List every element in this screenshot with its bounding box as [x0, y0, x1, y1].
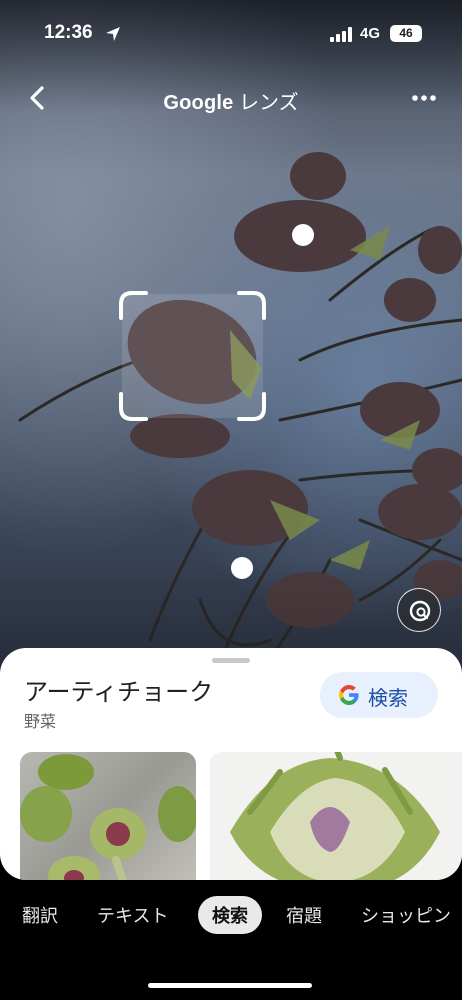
lens-search-icon: [409, 600, 431, 622]
status-bar: 12:36 4G 46: [0, 0, 462, 70]
battery-indicator: 46: [390, 25, 422, 42]
tab-text[interactable]: テキスト: [97, 902, 168, 928]
tab-shopping[interactable]: ショッピン: [361, 902, 451, 928]
page-title: Google レンズ: [0, 86, 462, 115]
object-dot[interactable]: [292, 224, 314, 246]
mode-tabs: 翻訳 テキスト 検索 宿題 ショッピン: [0, 880, 462, 950]
sheet-drag-handle[interactable]: [212, 658, 250, 663]
signal-bars-icon: [330, 27, 352, 42]
lens-title: レンズ: [233, 92, 299, 114]
result-subtitle: 野菜: [24, 712, 57, 731]
result-image-2[interactable]: [210, 752, 462, 880]
google-brand: Google: [163, 92, 234, 114]
google-g-icon: [339, 685, 359, 705]
tab-search[interactable]: 検索: [198, 896, 262, 934]
home-indicator[interactable]: [148, 983, 312, 988]
crop-corners-icon[interactable]: [118, 290, 267, 422]
tab-translate[interactable]: 翻訳: [22, 902, 58, 928]
top-app-bar: Google レンズ: [0, 72, 462, 124]
artichoke-cross-section-image: [230, 752, 440, 880]
result-image-1[interactable]: [20, 752, 196, 880]
object-dot[interactable]: [231, 557, 253, 579]
search-button-label: 検索: [368, 686, 408, 710]
result-title: アーティチョーク: [24, 678, 214, 706]
artichoke-halves-image: [20, 754, 196, 880]
tab-homework[interactable]: 宿題: [286, 902, 322, 928]
more-horizontal-icon[interactable]: [408, 82, 440, 114]
lens-search-button[interactable]: [397, 588, 441, 632]
network-label: 4G: [360, 25, 381, 42]
selection-frame[interactable]: [118, 290, 267, 422]
google-search-button[interactable]: 検索: [320, 672, 438, 718]
location-arrow-icon: [106, 27, 120, 41]
status-time: 12:36: [44, 22, 93, 43]
results-sheet[interactable]: アーティチョーク 野菜 検索: [0, 648, 462, 880]
